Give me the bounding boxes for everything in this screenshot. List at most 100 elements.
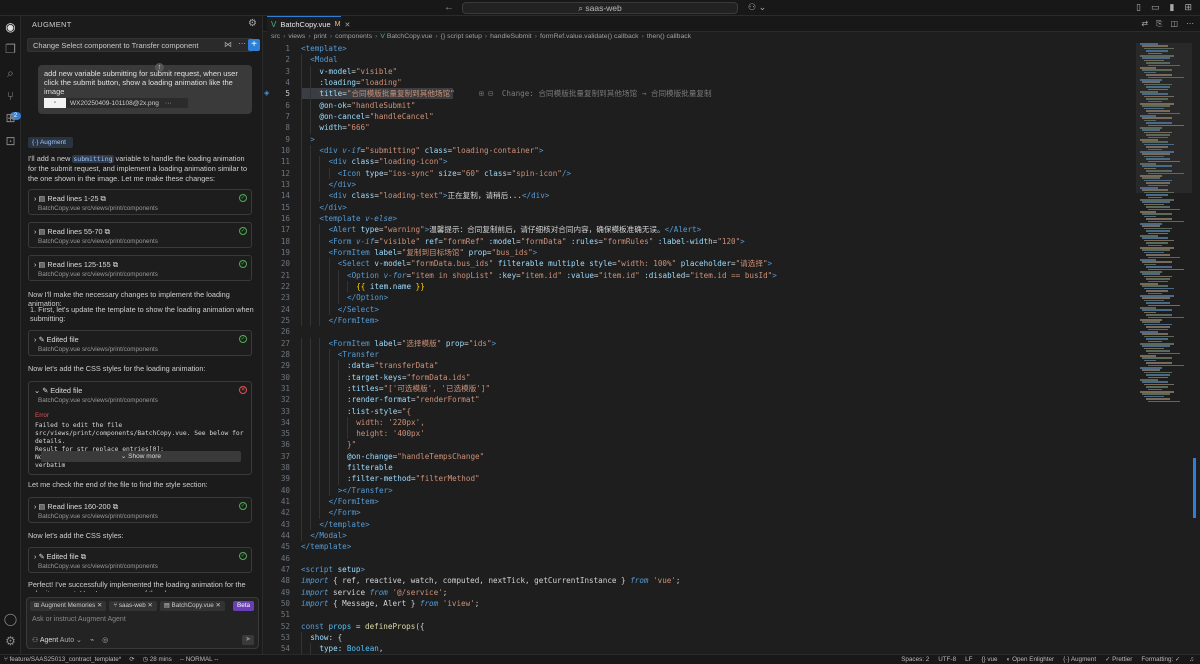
account-icon[interactable]: ◯ [3, 612, 18, 627]
encoding[interactable]: UTF-8 [938, 656, 956, 663]
code-line[interactable]: 38 filterable [263, 462, 1133, 474]
code-line[interactable]: 35 height: '400px' [263, 428, 1133, 440]
code-line[interactable]: 34 width: '220px', [263, 416, 1133, 429]
search-icon[interactable]: ⌕ [3, 66, 18, 81]
new-thread-button[interactable]: + [248, 39, 260, 51]
code-line[interactable]: 15 </div> [263, 201, 1133, 213]
close-tab-icon[interactable]: ✕ [345, 21, 351, 29]
language-mode[interactable]: {} vue [981, 656, 997, 663]
mention-icon[interactable]: ◎ [102, 636, 108, 644]
tab-batchcopy[interactable]: V BatchCopy.vue M ✕ [267, 16, 350, 32]
code-line[interactable]: 36}" [263, 439, 1133, 451]
chip-workspace[interactable]: ⑂ saas-web ✕ [109, 601, 157, 611]
tool-card-read-2[interactable]: › ▤ Read lines 55-70 ⧉ BatchCopy.vue src… [28, 222, 252, 248]
more-actions-icon[interactable]: ⋯ [1186, 19, 1194, 29]
code-line[interactable]: 52 const props = defineProps({ [263, 621, 1133, 632]
code-line[interactable]: 50 import { Message, Alert } from 'iview'… [263, 598, 1133, 609]
tool-card-edit-1[interactable]: › ✎ Edited file BatchCopy.vue src/views/… [28, 330, 252, 356]
line-ending[interactable]: LF [965, 656, 972, 663]
code-line[interactable]: 8 width="666" [263, 122, 1133, 134]
back-arrow-icon[interactable]: ← [444, 2, 454, 13]
code-line[interactable]: 30:target-keys="formData.ids" [263, 371, 1133, 383]
scrollbar-thumb[interactable] [1193, 458, 1196, 518]
augment-status[interactable]: {·} Augment [1063, 656, 1096, 663]
agent-mode-toggle[interactable]: ⚇ Agent Auto ⌄ [32, 636, 82, 644]
open-file-icon[interactable]: ⧉ [81, 552, 86, 561]
breadcrumb-item[interactable]: src [271, 33, 280, 43]
breadcrumb-item[interactable]: {} script setup [441, 33, 482, 43]
tool-card-read-1[interactable]: › ▤ Read lines 1-25 ⧉ BatchCopy.vue src/… [28, 189, 252, 215]
code-line[interactable]: 10 <div v-if="submitting" class="loading-… [263, 144, 1133, 157]
code-line[interactable]: 45 </template> [263, 541, 1133, 552]
code-line[interactable]: 48 import { ref, reactive, watch, compute… [263, 575, 1133, 586]
enlighter-button[interactable]: ◐ Open Enlighter [1007, 656, 1055, 663]
tool-card-edit-error[interactable]: ⌄ ✎ Edited file BatchCopy.vue src/views/… [28, 381, 252, 475]
customize-layout-icon[interactable]: ⊞ [1184, 2, 1192, 13]
code-line[interactable]: 21 <Option v-for="item in shopList" :key=… [263, 269, 1133, 281]
code-line[interactable]: 7 @on-cancel="handleCancel" [263, 110, 1133, 123]
code-line[interactable]: 27 <FormItem label="选择模版" prop="ids"> [263, 337, 1133, 349]
formatting-status[interactable]: Formatting: ✓ [1141, 656, 1180, 663]
code-line[interactable]: 44 </Modal> [263, 530, 1133, 542]
code-line[interactable]: 19 <FormItem label="复制到目标场馆" prop="bus_id… [263, 246, 1133, 259]
code-line[interactable]: 11 <div class="loading-icon"> [263, 156, 1133, 168]
code-line[interactable]: 16 <template v-else> [263, 212, 1133, 225]
code-line[interactable]: 51 [263, 609, 1133, 620]
code-line[interactable]: 14 <div class="loading-text">正在复制，请稍后...<… [263, 190, 1133, 202]
code-line[interactable]: 49 import service from '@/service'; [263, 587, 1133, 598]
code-line[interactable]: 32:render-format="renderFormat" [263, 394, 1133, 406]
attachment-more-icon[interactable]: ··· [165, 100, 172, 107]
open-file-icon[interactable]: ⧉ [105, 227, 110, 236]
source-control-icon[interactable]: ⑂ [3, 89, 18, 104]
split-editor-icon[interactable]: ◫ [1170, 19, 1178, 29]
code-line[interactable]: 6 @on-ok="handleSubmit" [263, 99, 1133, 111]
prettier-status[interactable]: ✓ Prettier [1105, 656, 1132, 663]
code-line[interactable]: 12 <Icon type="ios-sync" size="60" class=… [263, 167, 1133, 179]
code-line[interactable]: 31:titles="['可选模版', '已选模版']" [263, 382, 1133, 395]
code-line[interactable]: 25 </FormItem> [263, 314, 1133, 327]
open-changes-icon[interactable]: ⎘ [1156, 19, 1162, 29]
code-line[interactable]: 46 [263, 553, 1133, 564]
explorer-icon[interactable]: ❐ [3, 42, 18, 57]
attach-icon[interactable]: ⌁ [90, 636, 94, 644]
breadcrumb-item[interactable]: print [314, 33, 327, 43]
chip-memories[interactable]: ⊞ Augment Memories ✕ [30, 601, 107, 611]
code-line[interactable]: 5 title="合同模版批量复制到其他场馆" ⊞ ⊟ Change: 合同模版批量… [263, 88, 1133, 100]
code-line[interactable]: 53 show: { [263, 632, 1133, 644]
code-line[interactable]: 9 > [263, 133, 1133, 145]
minimap[interactable] [1136, 43, 1192, 654]
breadcrumb-item[interactable]: components [335, 33, 372, 43]
code-line[interactable]: 24 </Select> [263, 303, 1133, 315]
code-line[interactable]: 28 <Transfer [263, 348, 1133, 361]
sync-icon[interactable]: ⟳ [129, 656, 134, 663]
share-icon[interactable]: ⋈ [224, 40, 232, 49]
command-center-search[interactable]: ⌕ saas-web [462, 2, 738, 14]
code-line[interactable]: 33:list-style="{ [263, 405, 1133, 417]
code-line[interactable]: 23 </Option> [263, 292, 1133, 304]
breadcrumb-item[interactable]: then() callback [647, 33, 691, 43]
code-line[interactable]: 1 <template> [263, 43, 1133, 54]
code-line[interactable]: 20 <Select v-model="formData.bus_ids" fil… [263, 258, 1133, 270]
code-line[interactable]: 29:data="transferData" [263, 360, 1133, 372]
send-button[interactable]: ➤ [242, 635, 254, 645]
time-tracker[interactable]: ◷ 28 mins [142, 656, 171, 663]
thread-selector[interactable]: Change Select component to Transfer comp… [27, 38, 253, 52]
breadcrumb-item[interactable]: views [288, 33, 305, 43]
code-line[interactable]: 3 v-model="visible" [263, 65, 1133, 77]
code-line[interactable]: 2 <Modal [263, 54, 1133, 66]
open-file-icon[interactable]: ⧉ [101, 194, 106, 203]
code-line[interactable]: 47 <script setup> [263, 564, 1133, 575]
compare-changes-icon[interactable]: ⇄ [1141, 19, 1148, 29]
code-line[interactable]: 43 </template> [263, 518, 1133, 531]
notifications-icon[interactable]: ♫ [1189, 656, 1194, 663]
more-options-icon[interactable]: ⋯ [238, 39, 246, 48]
code-line[interactable]: 42 </Form> [263, 507, 1133, 519]
code-line[interactable]: 41 </FormItem> [263, 496, 1133, 508]
extensions-icon[interactable]: ⊞ [3, 111, 18, 126]
tool-card-read-3[interactable]: › ▤ Read lines 125-155 ⧉ BatchCopy.vue s… [28, 255, 252, 281]
toggle-secondary-sidebar-icon[interactable]: ▮ [1170, 2, 1175, 13]
show-more-button[interactable]: ⌄ Show more [41, 451, 241, 462]
branch-indicator[interactable]: ⑂ feature/SAAS25013_contract_template* [4, 656, 121, 663]
settings-gear-icon[interactable]: ⚙ [3, 634, 18, 649]
tool-card-read-4[interactable]: › ▤ Read lines 160-200 ⧉ BatchCopy.vue s… [28, 497, 252, 523]
